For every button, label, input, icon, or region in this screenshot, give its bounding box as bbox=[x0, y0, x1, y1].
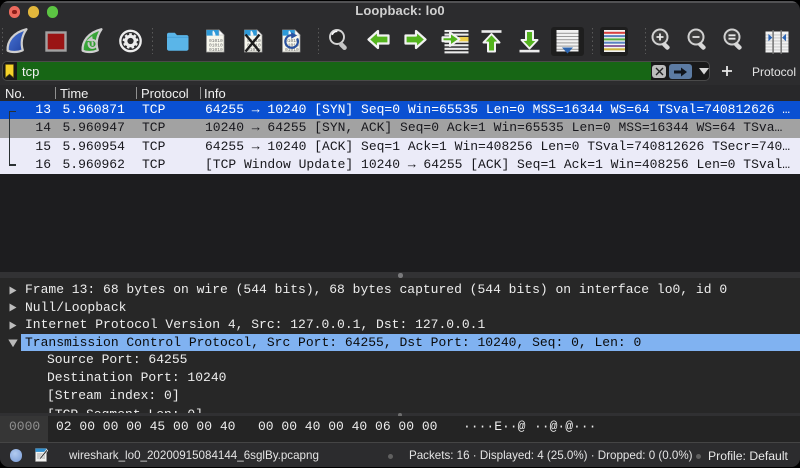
svg-text:01010: 01010 bbox=[209, 47, 223, 53]
